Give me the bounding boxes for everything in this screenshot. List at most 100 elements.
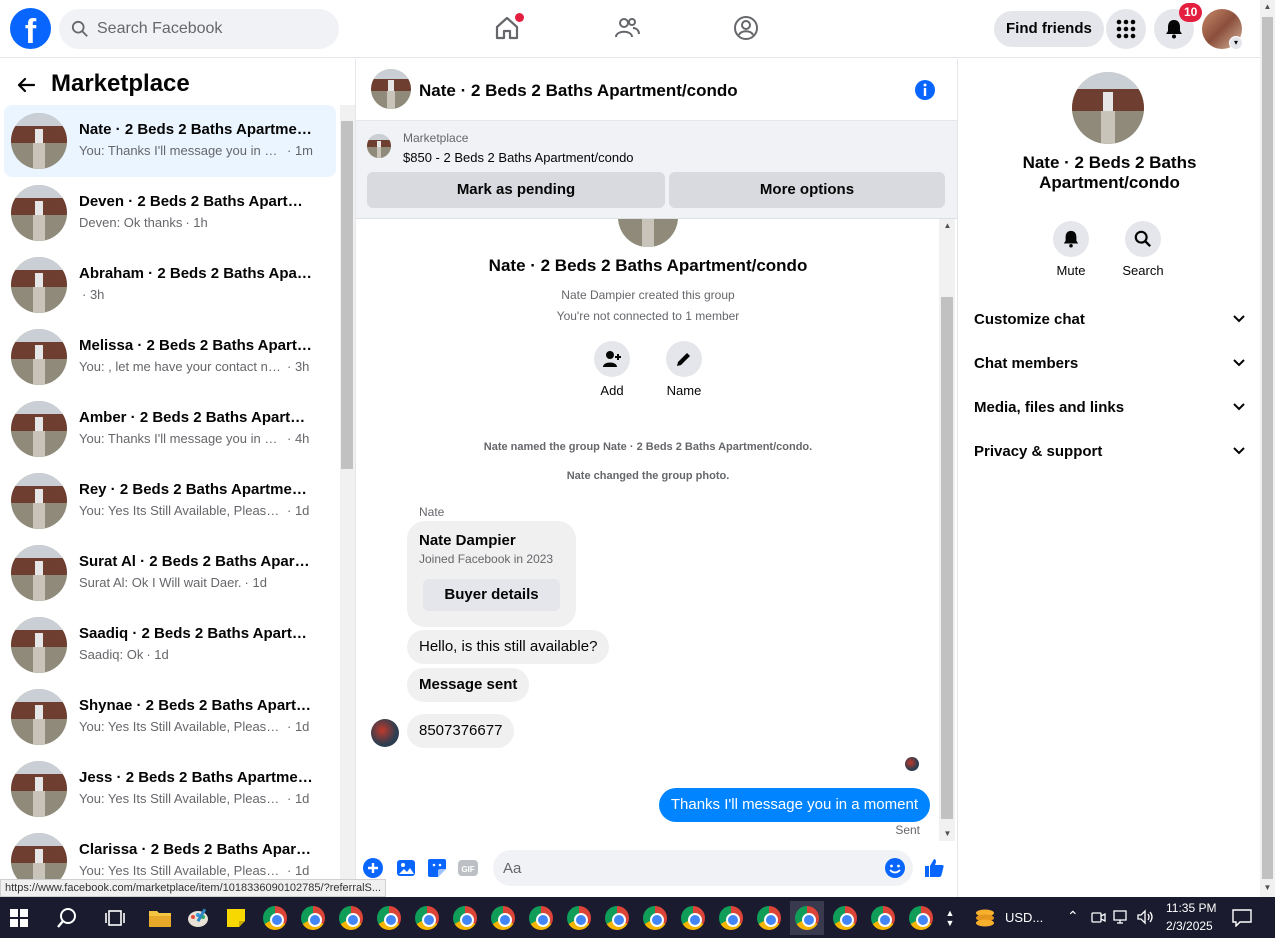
preview-time: · 3h: [287, 359, 310, 374]
volume-icon[interactable]: [1137, 909, 1155, 925]
conversation-item[interactable]: Deven · 2 Beds 2 Baths Apartment/condo De…: [4, 177, 336, 249]
photo-icon[interactable]: [395, 857, 417, 879]
menu-button[interactable]: [1106, 9, 1146, 49]
friends-icon[interactable]: [613, 14, 641, 42]
chrome-window-button[interactable]: [258, 901, 292, 935]
groups-icon[interactable]: [732, 14, 760, 42]
taskbar-search-button[interactable]: [50, 901, 84, 935]
more-options-button[interactable]: More options: [669, 172, 945, 208]
buyer-name[interactable]: Nate Dampier: [419, 532, 516, 549]
incoming-message[interactable]: Hello, is this still available?: [407, 630, 610, 664]
conversation-item[interactable]: Nate · 2 Beds 2 Baths Apartment/condo You…: [4, 105, 336, 177]
group-created-note: Nate Dampier created this group: [561, 288, 735, 302]
chrome-window-button[interactable]: [296, 901, 330, 935]
meet-now-icon[interactable]: [1090, 910, 1106, 926]
media-files-links-section[interactable]: Media, files and links: [974, 387, 1246, 427]
mark-as-pending-button[interactable]: Mark as pending: [367, 172, 665, 208]
clock-date[interactable]: 2/3/2025: [1166, 919, 1213, 933]
buyer-details-button[interactable]: Buyer details: [423, 579, 560, 611]
chat-title[interactable]: Nate · 2 Beds 2 Baths Apartment/condo: [419, 81, 738, 101]
network-icon[interactable]: [1113, 909, 1131, 925]
chrome-window-button[interactable]: [410, 901, 444, 935]
clock-time[interactable]: 11:35 PM: [1166, 901, 1216, 915]
inbox-scrollbar-thumb[interactable]: [341, 121, 353, 469]
info-icon[interactable]: [914, 79, 936, 101]
chrome-window-button[interactable]: [676, 901, 710, 935]
conversation-thumbnail: [11, 617, 67, 673]
sticker-icon[interactable]: [426, 857, 448, 879]
customize-chat-section[interactable]: Customize chat: [974, 299, 1246, 339]
find-friends-button[interactable]: Find friends: [994, 11, 1104, 47]
chat-thumbnail[interactable]: [371, 69, 411, 109]
taskbar-overflow-arrows[interactable]: ▲ ▼: [941, 901, 959, 935]
scroll-down-arrow[interactable]: ▼: [1260, 881, 1275, 895]
preview-time: · 1d: [244, 575, 267, 590]
currency-widget-label[interactable]: USD...: [1005, 910, 1043, 925]
chrome-window-button[interactable]: [752, 901, 786, 935]
conversation-preview: · 3h: [79, 287, 314, 302]
conversation-item[interactable]: Saadiq · 2 Beds 2 Baths Apartment/condo S…: [4, 609, 336, 681]
currency-widget-icon[interactable]: [968, 901, 1002, 935]
facebook-logo[interactable]: f: [10, 8, 51, 49]
search-action[interactable]: Search: [1108, 221, 1178, 278]
chrome-window-button[interactable]: [828, 901, 862, 935]
chrome-window-button[interactable]: [562, 901, 596, 935]
incoming-message[interactable]: 8507376677: [407, 714, 515, 748]
conversation-item[interactable]: Jess · 2 Beds 2 Baths Apartment/condo You…: [4, 753, 336, 825]
emoji-icon[interactable]: [884, 857, 906, 879]
paint-app[interactable]: [181, 901, 215, 935]
chevron-up-icon[interactable]: ⌃: [1067, 908, 1079, 925]
sticky-notes-app[interactable]: [219, 901, 253, 935]
chrome-window-button[interactable]: [600, 901, 634, 935]
sender-avatar[interactable]: [371, 719, 399, 747]
task-view-button[interactable]: [98, 901, 132, 935]
name-group-action[interactable]: Name: [654, 341, 714, 398]
chrome-window-button[interactable]: [524, 901, 558, 935]
group-photo-large[interactable]: [1072, 72, 1144, 144]
chrome-window-button[interactable]: [638, 901, 672, 935]
conversation-item[interactable]: Melissa · 2 Beds 2 Baths Apartment/condo…: [4, 321, 336, 393]
back-arrow-icon[interactable]: [16, 75, 36, 95]
section-label: Media, files and links: [974, 398, 1125, 416]
facebook-search[interactable]: [59, 9, 339, 49]
start-button[interactable]: [2, 901, 36, 935]
gif-icon[interactable]: GIF: [457, 857, 479, 879]
mute-action[interactable]: Mute: [1036, 221, 1106, 278]
inbox-scrollbar[interactable]: [340, 105, 355, 897]
listing-thumbnail[interactable]: [367, 134, 391, 158]
chrome-window-button[interactable]: [866, 901, 900, 935]
notification-center-icon[interactable]: [1232, 909, 1252, 927]
chevron-down-icon[interactable]: ▾: [1229, 36, 1243, 50]
page-scrollbar-thumb[interactable]: [1262, 17, 1273, 879]
privacy-support-section[interactable]: Privacy & support: [974, 431, 1246, 471]
outgoing-message[interactable]: Thanks I'll message you in a moment: [658, 788, 930, 822]
preview-time: · 1d: [287, 791, 310, 806]
chrome-window-button[interactable]: [790, 901, 824, 935]
conversation-item[interactable]: Shynae · 2 Beds 2 Baths Apartment/condo Y…: [4, 681, 336, 753]
search-input[interactable]: [97, 20, 317, 38]
incoming-message[interactable]: Message sent: [407, 668, 530, 702]
scroll-up-arrow[interactable]: ▲: [940, 219, 955, 233]
chrome-window-button[interactable]: [904, 901, 938, 935]
chrome-window-button[interactable]: [486, 901, 520, 935]
conversation-item[interactable]: Abraham · 2 Beds 2 Baths Apartment/condo…: [4, 249, 336, 321]
plus-icon[interactable]: [362, 857, 384, 879]
scroll-up-arrow[interactable]: ▲: [1260, 0, 1275, 14]
chrome-window-button[interactable]: [714, 901, 748, 935]
conversation-item[interactable]: Rey · 2 Beds 2 Baths Apartment/condo You:…: [4, 465, 336, 537]
chrome-window-button[interactable]: [372, 901, 406, 935]
scroll-down-arrow[interactable]: ▼: [940, 827, 955, 841]
chat-scrollbar-thumb[interactable]: [941, 297, 953, 819]
conversation-item[interactable]: Surat Al · 2 Beds 2 Baths Apartment/cond…: [4, 537, 336, 609]
conversation-item[interactable]: Amber · 2 Beds 2 Baths Apartment/condo Yo…: [4, 393, 336, 465]
file-explorer-app[interactable]: [143, 901, 177, 935]
page-scrollbar[interactable]: ▲ ▼: [1260, 0, 1275, 897]
message-input[interactable]: [493, 850, 913, 886]
chat-scrollbar[interactable]: ▲ ▼: [939, 219, 955, 841]
listing-price-title[interactable]: $850 - 2 Beds 2 Baths Apartment/condo: [403, 150, 634, 165]
add-member-action[interactable]: Add: [582, 341, 642, 398]
chrome-window-button[interactable]: [334, 901, 368, 935]
thumbs-up-icon[interactable]: [923, 857, 945, 879]
chat-members-section[interactable]: Chat members: [974, 343, 1246, 383]
chrome-window-button[interactable]: [448, 901, 482, 935]
